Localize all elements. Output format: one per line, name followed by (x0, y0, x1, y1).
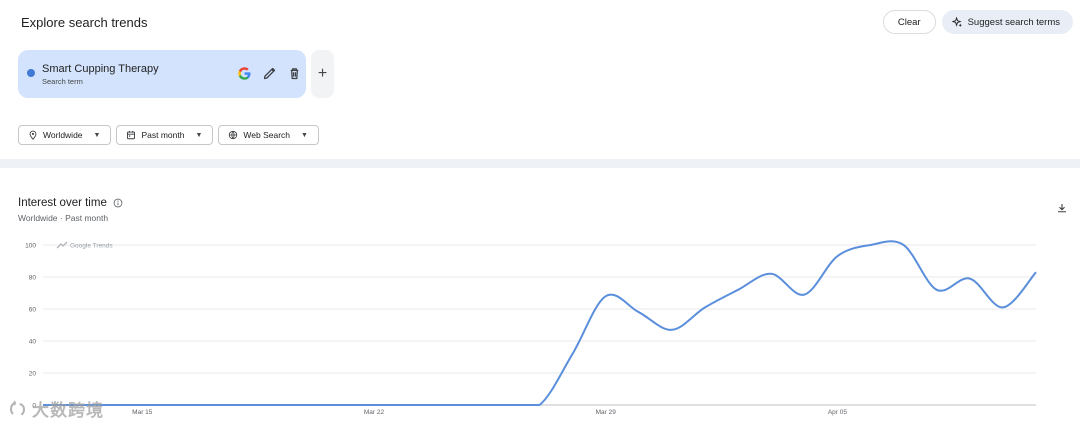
location-filter[interactable]: Worldwide ▼ (18, 125, 112, 145)
search-type-filter-label: Web Search (243, 130, 291, 140)
dropdown-caret-icon: ▼ (93, 131, 101, 139)
calendar-icon (127, 131, 136, 140)
x-tick-label: Mar 22 (364, 409, 385, 416)
watermark: 大数跨境 (8, 396, 104, 421)
term-subtitle: Search term (42, 77, 83, 86)
clear-button[interactable]: Clear (882, 10, 936, 34)
dropdown-caret-icon: ▼ (301, 131, 308, 139)
chart-title-text: Interest over time (18, 197, 107, 209)
x-tick-label: Mar 15 (132, 409, 153, 416)
google-trends-watermark: Google Trends (70, 243, 113, 250)
info-icon[interactable] (113, 198, 123, 208)
suggest-label: Suggest search terms (967, 16, 1060, 28)
location-filter-label: Worldwide (43, 130, 83, 140)
chart-title: Interest over time (18, 197, 123, 209)
y-tick-label: 60 (29, 307, 37, 314)
globe-icon (229, 130, 238, 140)
x-tick-label: Apr 05 (828, 409, 848, 416)
term-color-dot (27, 69, 35, 77)
filters-bar: Worldwide ▼ Past month ▼ Web Search ▼ (18, 125, 319, 145)
page-title: Explore search trends (21, 15, 148, 30)
dropdown-caret-icon: ▼ (195, 131, 203, 139)
term-name: Smart Cupping Therapy (42, 63, 159, 75)
time-range-filter-label: Past month (141, 130, 185, 140)
download-icon[interactable] (1056, 202, 1068, 214)
google-g-icon[interactable] (237, 66, 252, 81)
y-tick-label: 40 (29, 339, 37, 346)
top-actions: Clear Suggest search terms (882, 10, 1073, 34)
delete-trash-icon[interactable] (287, 66, 302, 81)
section-divider (0, 159, 1080, 168)
term-actions (237, 66, 302, 81)
sparkle-icon (951, 16, 962, 27)
x-tick-label: Mar 29 (596, 409, 617, 416)
search-type-filter[interactable]: Web Search ▼ (218, 125, 319, 145)
watermark-text: 大数跨境 (32, 401, 104, 420)
time-range-filter[interactable]: Past month ▼ (116, 125, 214, 145)
search-term-card[interactable]: Smart Cupping Therapy Search term (18, 50, 306, 98)
suggest-search-terms-button[interactable]: Suggest search terms (941, 10, 1073, 34)
y-tick-label: 80 (29, 275, 37, 282)
location-pin-icon (29, 130, 37, 140)
y-tick-label: 20 (29, 371, 37, 378)
watermark-logo-icon (10, 400, 25, 416)
chart-subtitle: Worldwide · Past month (18, 213, 109, 223)
add-search-term-button[interactable]: + (311, 50, 334, 98)
y-tick-label: 100 (25, 243, 36, 250)
edit-pencil-icon[interactable] (262, 66, 277, 81)
interest-over-time-chart: 020406080100Mar 15 Mar 22 Mar 29 Apr 05Goog… (25, 240, 1037, 416)
series-line (43, 240, 1037, 406)
